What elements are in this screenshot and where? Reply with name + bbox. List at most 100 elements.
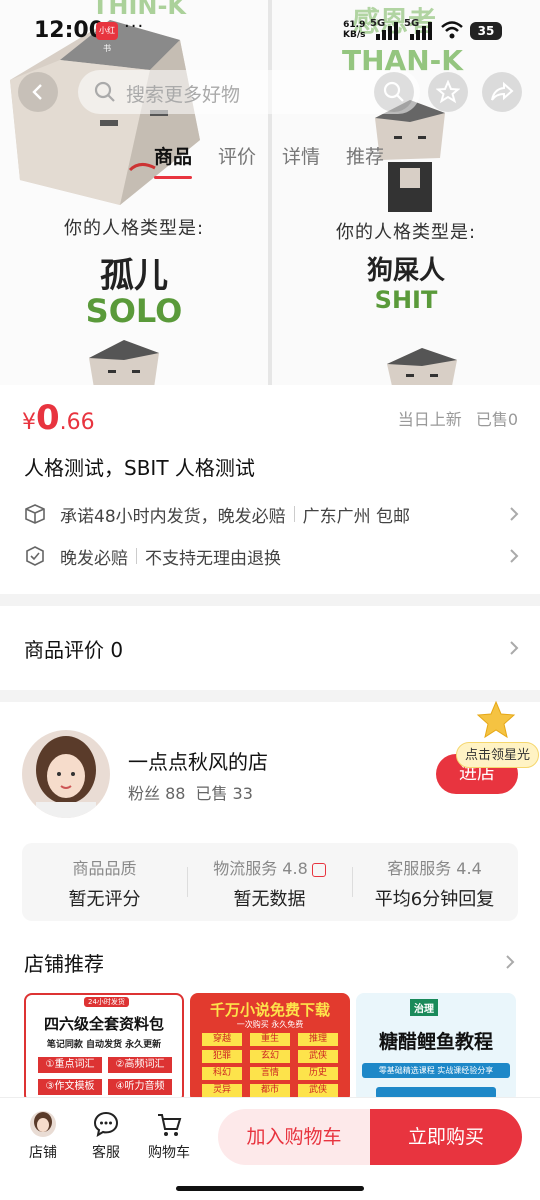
tab-recommend[interactable]: 推荐 <box>346 142 384 169</box>
rating-quality-value: 暂无评分 <box>68 889 141 910</box>
genre-tag: 都市 <box>250 1084 290 1097</box>
recommend-card-2[interactable]: 千万小说免费下载 一次购买 永久免费 穿越 重生 推理 犯罪 玄幻 武侠 科幻 … <box>190 993 350 1103</box>
add-to-cart-button[interactable]: 加入购物车 <box>218 1109 370 1165</box>
chevron-right-icon <box>510 549 519 563</box>
card1-title: 四六级全套资料包 <box>43 1015 164 1033</box>
search-input[interactable]: 搜索更多好物 <box>78 70 420 114</box>
star-icon[interactable] <box>476 700 516 740</box>
card2-title: 千万小说免费下载 <box>209 1001 330 1019</box>
chevron-right-icon <box>510 641 519 655</box>
rating-logistics-value: 暂无数据 <box>233 889 306 910</box>
chevron-right-icon[interactable] <box>504 953 516 971</box>
active-tab-indicator <box>154 176 192 179</box>
card2-genre-grid: 穿越 重生 推理 犯罪 玄幻 武侠 科幻 言情 历史 灵异 都市 武侠 <box>202 1033 338 1097</box>
shop-tab[interactable]: 店铺 <box>18 1110 68 1162</box>
hero-left-type-cn: 孤儿 <box>100 256 168 296</box>
card3-title: 糖醋鲤鱼教程 <box>378 1031 493 1053</box>
tab-product[interactable]: 商品 <box>154 142 192 169</box>
signal-icon-2 <box>410 22 432 40</box>
recommend-card-1[interactable]: 24小时发货 四六级全套资料包 笔记同款 自动发货 永久更新 ①重点词汇 ②高频… <box>24 993 184 1103</box>
shop-avatar-icon <box>30 1111 56 1137</box>
card3-sub: 零基础精选课程 实战课经验分享 <box>362 1063 510 1078</box>
shipping-promise: 承诺48小时内发货，晚发必赔 <box>60 506 286 527</box>
genre-tag: 推理 <box>298 1033 338 1046</box>
rating-service-label: 客服服务 4.4 <box>387 859 482 878</box>
shop-name[interactable]: 一点点秋风的店 <box>128 746 268 775</box>
card1-item-4: ④听力音频 <box>108 1079 172 1095</box>
wifi-icon <box>441 21 463 39</box>
net-speed: 61.9 KB/s <box>343 20 365 40</box>
genre-tag: 穿越 <box>202 1033 242 1046</box>
status-bar: 12:00 小红书 ··· 61.9 KB/s 5G 5G 35 <box>0 0 540 62</box>
recommend-card-3[interactable]: 治理 糖醋鲤鱼教程 零基础精选课程 实战课经验分享 <box>356 993 516 1103</box>
shop-sold: 已售 33 <box>195 784 253 803</box>
rating-service: 客服服务 4.4 平均6分钟回复 <box>352 843 517 921</box>
search-icon <box>94 81 115 102</box>
box-icon <box>25 504 45 524</box>
share-button[interactable] <box>482 72 522 112</box>
cart-icon <box>158 1114 182 1136</box>
listed-label: 当日上新 <box>397 410 462 429</box>
battery-icon: 35 <box>470 22 502 40</box>
price-integer: 0 <box>36 398 60 438</box>
no-return-policy: 不支持无理由退换 <box>145 548 281 569</box>
reviews-label: 商品评价 0 <box>24 637 124 662</box>
genre-tag: 历史 <box>298 1067 338 1080</box>
genre-tag: 灵异 <box>202 1084 242 1097</box>
star-icon <box>436 80 460 104</box>
genre-tag: 犯罪 <box>202 1050 242 1063</box>
star-reward-badge[interactable]: 点击领星光 <box>456 742 540 768</box>
shipping-row[interactable]: 承诺48小时内发货，晚发必赔 广东广州 包邮 <box>24 498 520 530</box>
tab-details[interactable]: 详情 <box>282 142 320 169</box>
genre-tag: 重生 <box>250 1033 290 1046</box>
divider <box>136 548 137 564</box>
shop-stats: 粉丝 88 已售 33 <box>128 780 263 804</box>
customer-service-tab[interactable]: 客服 <box>81 1110 131 1162</box>
guarantee-row[interactable]: 晚发必赔 不支持无理由退换 <box>24 540 520 572</box>
customer-service-label: 客服 <box>92 1145 120 1161</box>
avatar-image <box>22 730 110 818</box>
product-title: 人格测试，SBIT 人格测试 <box>24 456 255 480</box>
card1-tag: 24小时发货 <box>84 997 129 1007</box>
shop-fans: 粉丝 88 <box>128 784 186 803</box>
back-icon <box>32 84 42 100</box>
rating-logistics-label: 物流服务 4.8 <box>187 855 352 879</box>
card1-sub: 笔记同款 自动发货 永久更新 <box>46 1040 162 1050</box>
card1-item-2: ②高频词汇 <box>108 1057 172 1073</box>
shop-tab-label: 店铺 <box>29 1145 57 1161</box>
net-speed-value: 61.9 <box>343 20 366 30</box>
section-gap <box>0 690 540 702</box>
section-gap <box>0 594 540 606</box>
hero-right-type-cn: 狗屎人 <box>366 256 445 286</box>
reviews-row[interactable]: 商品评价 0 <box>24 628 520 668</box>
buy-now-button[interactable]: 立即购买 <box>370 1109 522 1165</box>
divider <box>293 506 295 522</box>
share-icon <box>491 81 514 101</box>
shipping-location: 广东广州 包邮 <box>302 506 411 527</box>
app-badge: 小红书 <box>96 22 118 53</box>
shop-avatar[interactable] <box>22 730 110 818</box>
image-search-button[interactable] <box>374 72 414 112</box>
favorite-button[interactable] <box>428 72 468 112</box>
back-button[interactable] <box>18 72 58 112</box>
card1-item-3: ③作文模板 <box>38 1079 102 1095</box>
signal-icon-1 <box>376 22 398 40</box>
card3-brand: 治理 <box>410 999 438 1016</box>
thumbs-up-icon <box>311 862 326 877</box>
search-placeholder: 搜索更多好物 <box>126 84 241 106</box>
hero-right-type-en: SHIT <box>374 286 438 314</box>
detail-tabs: 商品 评价 详情 推荐 <box>0 138 540 179</box>
genre-tag: 玄幻 <box>250 1050 290 1063</box>
chevron-right-icon <box>510 507 519 521</box>
late-compensation: 晚发必赔 <box>60 548 128 569</box>
home-indicator <box>176 1186 364 1191</box>
cart-tab[interactable]: 购物车 <box>144 1110 194 1162</box>
rating-service-value: 平均6分钟回复 <box>374 889 495 910</box>
genre-tag: 言情 <box>250 1067 290 1080</box>
tab-reviews[interactable]: 评价 <box>218 142 256 169</box>
cart-tab-label: 购物车 <box>148 1145 190 1161</box>
rating-quality: 商品品质 暂无评分 <box>22 843 187 921</box>
genre-tag: 武侠 <box>298 1050 338 1063</box>
rating-logistics: 物流服务 4.8 暂无数据 <box>187 843 352 921</box>
sold-count: 已售0 <box>475 410 518 429</box>
